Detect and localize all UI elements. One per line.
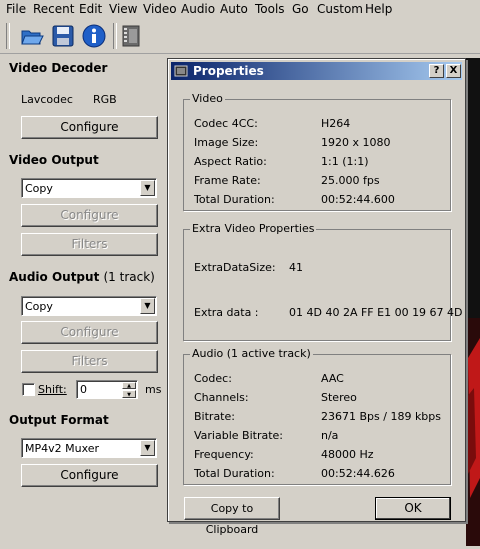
decoder-codec: Lavcodec <box>21 93 73 106</box>
audio-value: 00:52:44.626 <box>321 467 395 480</box>
audio-label: Channels: <box>194 391 249 404</box>
video-output-title: Video Output <box>9 153 99 167</box>
dialog-titlebar[interactable]: Properties ? X <box>171 62 462 80</box>
chevron-down-icon[interactable]: ▼ <box>140 180 155 196</box>
extradata-value: 01 4D 40 2A FF E1 00 19 67 4D <box>289 306 463 319</box>
audio-filters-button[interactable]: Filters <box>21 350 158 373</box>
video-value: 25.000 fps <box>321 174 380 187</box>
audio-track-count: (1 track) <box>103 270 155 284</box>
menu-custom[interactable]: Custom <box>317 2 363 16</box>
video-group-title: Video <box>190 92 225 105</box>
video-value: 1:1 (1:1) <box>321 155 369 168</box>
audio-value: 23671 Bps / 189 kbps <box>321 410 442 423</box>
video-output-configure-button[interactable]: Configure <box>21 204 158 227</box>
dialog-title: Properties <box>193 64 264 78</box>
audio-output-selected: Copy <box>25 300 53 313</box>
copy-to-clipboard-button[interactable]: Copy to Clipboard <box>184 497 280 536</box>
audio-group-title: Audio (1 active track) <box>190 347 313 360</box>
toolbar-grip <box>6 23 10 49</box>
shift-value: 0 <box>80 383 87 396</box>
output-format-select[interactable]: MP4v2 Muxer ▼ <box>21 438 157 458</box>
audio-value: AAC <box>321 372 344 385</box>
menu-audio[interactable]: Audio <box>181 2 215 16</box>
extradata-size-value: 41 <box>289 261 303 274</box>
video-output-select[interactable]: Copy ▼ <box>21 178 157 198</box>
extradata-size-label: ExtraDataSize: <box>194 261 276 274</box>
video-output-selected: Copy <box>25 182 53 195</box>
menu-auto[interactable]: Auto <box>220 2 248 16</box>
menu-recent[interactable]: Recent <box>33 2 74 16</box>
menu-view[interactable]: View <box>109 2 137 16</box>
toolbar <box>0 19 480 54</box>
properties-dialog: Properties ? X Video Codec 4CC: H264 Ima… <box>167 58 466 536</box>
audio-group: Audio (1 active track) Codec: AAC Channe… <box>183 347 451 485</box>
video-label: Aspect Ratio: <box>194 155 267 168</box>
audio-value: n/a <box>321 429 339 442</box>
output-format-selected: MP4v2 Muxer <box>25 442 100 455</box>
chevron-down-icon[interactable]: ▼ <box>140 440 155 456</box>
audio-output-select[interactable]: Copy ▼ <box>21 296 157 316</box>
audio-label: Variable Bitrate: <box>194 429 283 442</box>
video-group: Video Codec 4CC: H264 Image Size: 1920 x… <box>183 92 451 211</box>
info-icon[interactable] <box>81 23 107 49</box>
audio-label: Frequency: <box>194 448 254 461</box>
audio-label: Total Duration: <box>194 467 275 480</box>
video-label: Image Size: <box>194 136 259 149</box>
audio-output-configure-button[interactable]: Configure <box>21 321 158 344</box>
format-configure-button[interactable]: Configure <box>21 464 158 487</box>
chevron-down-icon[interactable]: ▼ <box>140 298 155 314</box>
video-value: 1920 x 1080 <box>321 136 391 149</box>
video-label: Frame Rate: <box>194 174 261 187</box>
video-value: H264 <box>321 117 351 130</box>
extradata-label: Extra data : <box>194 306 259 319</box>
shift-spinbox[interactable]: 0 ▲ ▼ <box>76 380 138 399</box>
menu-video[interactable]: Video <box>143 2 177 16</box>
app-icon <box>174 64 188 78</box>
audio-value: 48000 Hz <box>321 448 374 461</box>
audio-label: Codec: <box>194 372 232 385</box>
close-button[interactable]: X <box>446 64 461 78</box>
extra-video-group: Extra Video Properties ExtraDataSize: 41… <box>183 222 463 341</box>
audio-value: Stereo <box>321 391 357 404</box>
spin-up-icon[interactable]: ▲ <box>122 382 136 389</box>
menu-help[interactable]: Help <box>365 2 392 16</box>
video-label: Total Duration: <box>194 193 275 206</box>
decoder-colorspace: RGB <box>93 93 117 106</box>
film-icon[interactable] <box>119 23 145 49</box>
extra-group-title: Extra Video Properties <box>190 222 317 235</box>
shift-unit: ms <box>145 383 162 396</box>
menu-file[interactable]: File <box>6 2 26 16</box>
help-button[interactable]: ? <box>429 64 444 78</box>
menu-tools[interactable]: Tools <box>255 2 285 16</box>
shift-checkbox[interactable] <box>22 383 35 396</box>
shift-label: Shift: <box>38 383 67 396</box>
menu-go[interactable]: Go <box>292 2 309 16</box>
audio-output-title: Audio Output (1 track) <box>9 270 155 284</box>
toolbar-separator <box>113 23 117 49</box>
spin-down-icon[interactable]: ▼ <box>122 390 136 398</box>
menu-edit[interactable]: Edit <box>79 2 102 16</box>
ok-button[interactable]: OK <box>375 497 451 520</box>
video-value: 00:52:44.600 <box>321 193 395 206</box>
menu-bar: File Recent Edit View Video Audio Auto T… <box>0 0 480 19</box>
video-label: Codec 4CC: <box>194 117 258 130</box>
video-decoder-title: Video Decoder <box>9 61 108 75</box>
open-folder-icon[interactable] <box>19 23 45 49</box>
video-filters-button[interactable]: Filters <box>21 233 158 256</box>
video-preview <box>466 58 480 546</box>
save-icon[interactable] <box>50 23 76 49</box>
audio-label: Bitrate: <box>194 410 235 423</box>
output-format-title: Output Format <box>9 413 109 427</box>
decoder-configure-button[interactable]: Configure <box>21 116 158 139</box>
